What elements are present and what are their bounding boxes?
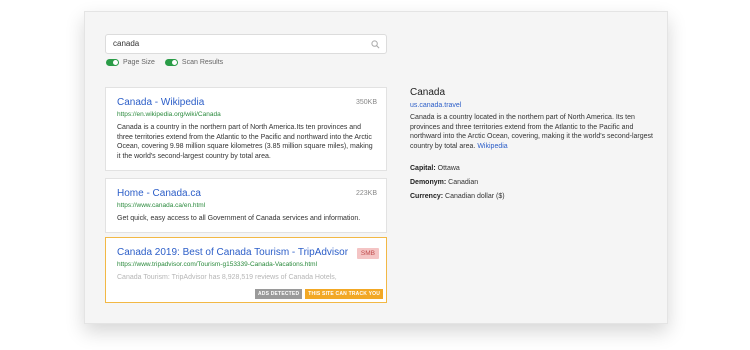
facts-list: Capital: Ottawa Demonym: Canadian Curren… (410, 165, 655, 200)
result-title-link[interactable]: Canada - Wikipedia (117, 96, 376, 109)
result-card: Canada - Wikipedia 350KB https://en.wiki… (105, 87, 387, 171)
result-title-link[interactable]: Canada 2019: Best of Canada Tourism - Tr… (117, 246, 376, 259)
toggle-label: Page Size (123, 59, 155, 66)
app-window: Page Size Scan Results Canada - Wikipedi… (84, 11, 668, 324)
fact-label: Demonym: (410, 179, 447, 186)
ads-detected-badge: ADS DETECTED (254, 289, 303, 299)
fact-label: Capital: (410, 165, 436, 172)
result-description: Canada is a country in the northern part… (117, 124, 373, 160)
search-box[interactable] (105, 34, 387, 54)
fact-value: Canadian dollar ($) (445, 193, 505, 200)
search-input[interactable] (113, 39, 353, 48)
toggle-label: Scan Results (181, 59, 224, 66)
knowledge-panel-text: Canada is a country located in the north… (410, 114, 653, 150)
fact-value: Canadian (448, 179, 479, 186)
tracking-warning-badge: THIS SITE CAN TRACK YOU (305, 289, 383, 299)
result-card: Home - Canada.ca 223KB https://www.canad… (105, 178, 387, 233)
toggle-group: Page Size Scan Results (106, 59, 223, 66)
result-card-flagged: Canada 2019: Best of Canada Tourism - Tr… (105, 237, 387, 303)
knowledge-panel-description: Canada is a country located in the north… (410, 113, 655, 151)
fact-label: Currency: (410, 193, 444, 200)
fact-demonym: Demonym: Canadian (410, 179, 655, 186)
page-size-label: 223KB (355, 190, 377, 197)
warning-badges: ADS DETECTED THIS SITE CAN TRACK YOU (254, 289, 383, 299)
fact-capital: Capital: Ottawa (410, 165, 655, 172)
knowledge-panel: Canada us.canada.travel Canada is a coun… (410, 87, 655, 207)
smb-badge: SMB (356, 248, 379, 259)
toggle-switch-icon[interactable] (164, 59, 178, 66)
search-icon[interactable] (371, 40, 380, 49)
result-description: Get quick, easy access to all Government… (117, 215, 361, 222)
result-url[interactable]: https://www.tripadvisor.com/Tourism-g153… (117, 260, 376, 269)
toggle-switch-icon[interactable] (106, 59, 119, 66)
knowledge-panel-title: Canada (410, 87, 446, 98)
page-size-toggle[interactable]: Page Size (106, 59, 155, 66)
result-url[interactable]: https://www.canada.ca/en.html (117, 201, 376, 210)
fact-value: Ottawa (437, 165, 460, 172)
wikipedia-link[interactable]: Wikipedia (477, 143, 507, 150)
result-title-link[interactable]: Home - Canada.ca (117, 187, 376, 200)
page-size-label: 350KB (355, 99, 377, 106)
result-url[interactable]: https://en.wikipedia.org/wiki/Canada (117, 110, 376, 119)
fact-currency: Currency: Canadian dollar ($) (410, 193, 655, 200)
knowledge-panel-url[interactable]: us.canada.travel (410, 102, 655, 109)
scan-results-toggle[interactable]: Scan Results (164, 59, 224, 66)
